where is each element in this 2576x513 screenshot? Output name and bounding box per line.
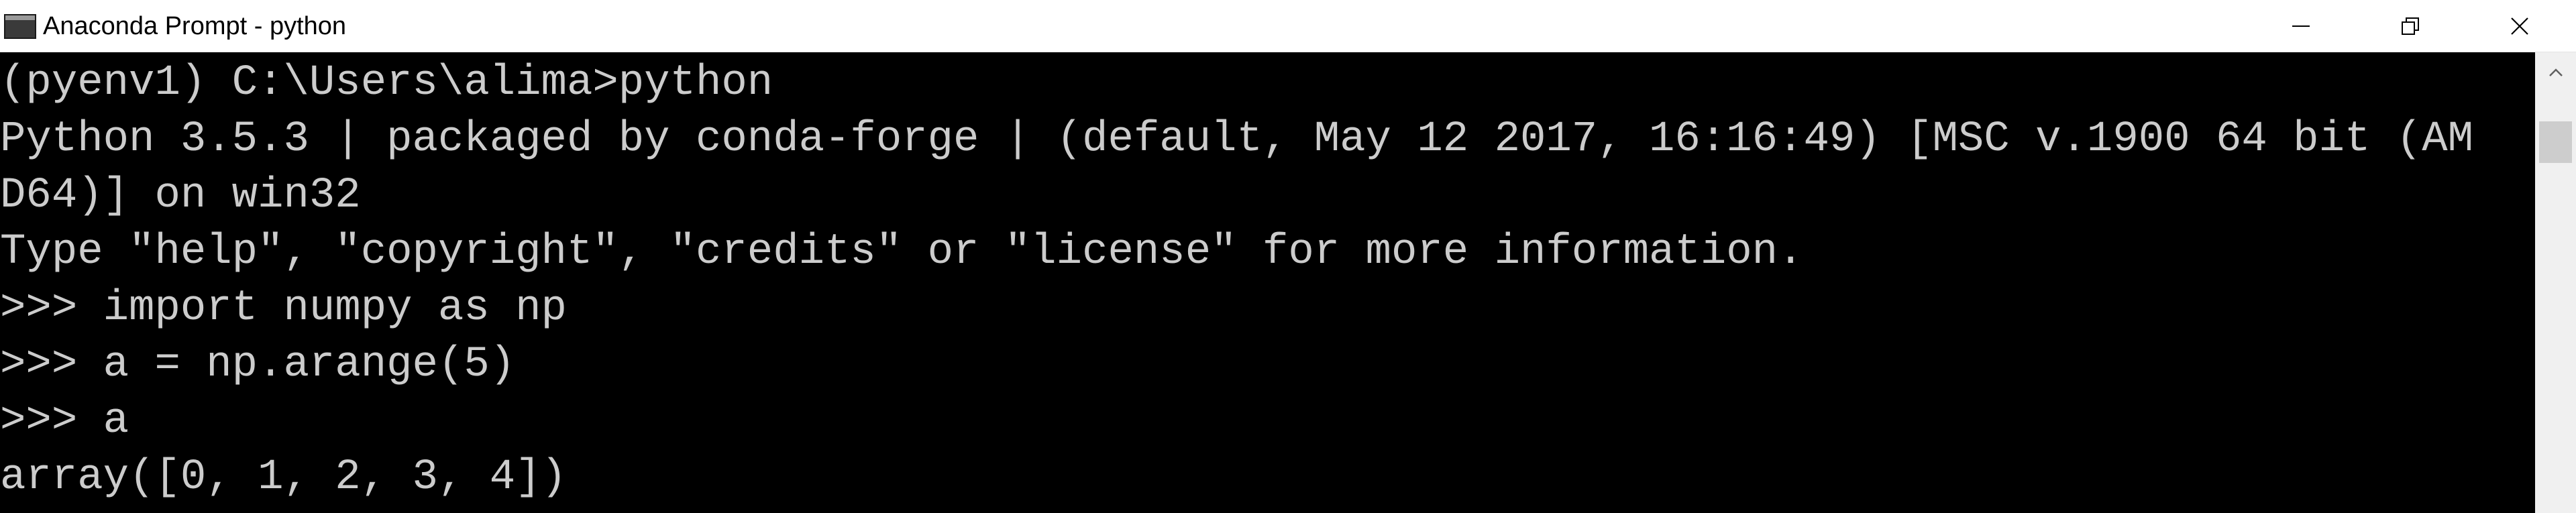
- scroll-up-arrow-icon: [2548, 68, 2563, 76]
- console-line: Python 3.5.3 | packaged by conda-forge |…: [0, 115, 2473, 164]
- console-line: (pyenv1) C:\Users\alima>python: [0, 59, 773, 107]
- console-line: >>> a = np.arange(5): [0, 341, 516, 389]
- console-line: Type "help", "copyright", "credits" or "…: [0, 228, 1804, 276]
- minimize-icon: [2292, 25, 2310, 27]
- console-line: D64)] on win32: [0, 172, 361, 220]
- title-bar[interactable]: Anaconda Prompt - python: [0, 0, 2576, 52]
- minimize-button[interactable]: [2254, 0, 2348, 52]
- close-button[interactable]: [2473, 0, 2567, 52]
- close-icon: [2511, 17, 2528, 35]
- console-line: >>> a: [0, 397, 129, 445]
- window-title: Anaconda Prompt - python: [43, 12, 347, 40]
- scroll-thumb[interactable]: [2539, 121, 2572, 163]
- console-line: array([0, 1, 2, 3, 4]): [0, 453, 567, 502]
- vertical-scrollbar[interactable]: [2535, 52, 2576, 513]
- console-window: Anaconda Prompt - python (pyenv1) C:\Use…: [0, 0, 2576, 513]
- scroll-up-button[interactable]: [2535, 52, 2576, 93]
- restore-icon: [2402, 17, 2419, 35]
- console-line: >>> import numpy as np: [0, 284, 567, 333]
- restore-button[interactable]: [2363, 0, 2457, 52]
- console-output[interactable]: (pyenv1) C:\Users\alima>python Python 3.…: [0, 52, 2535, 513]
- console-app-icon[interactable]: [4, 14, 36, 39]
